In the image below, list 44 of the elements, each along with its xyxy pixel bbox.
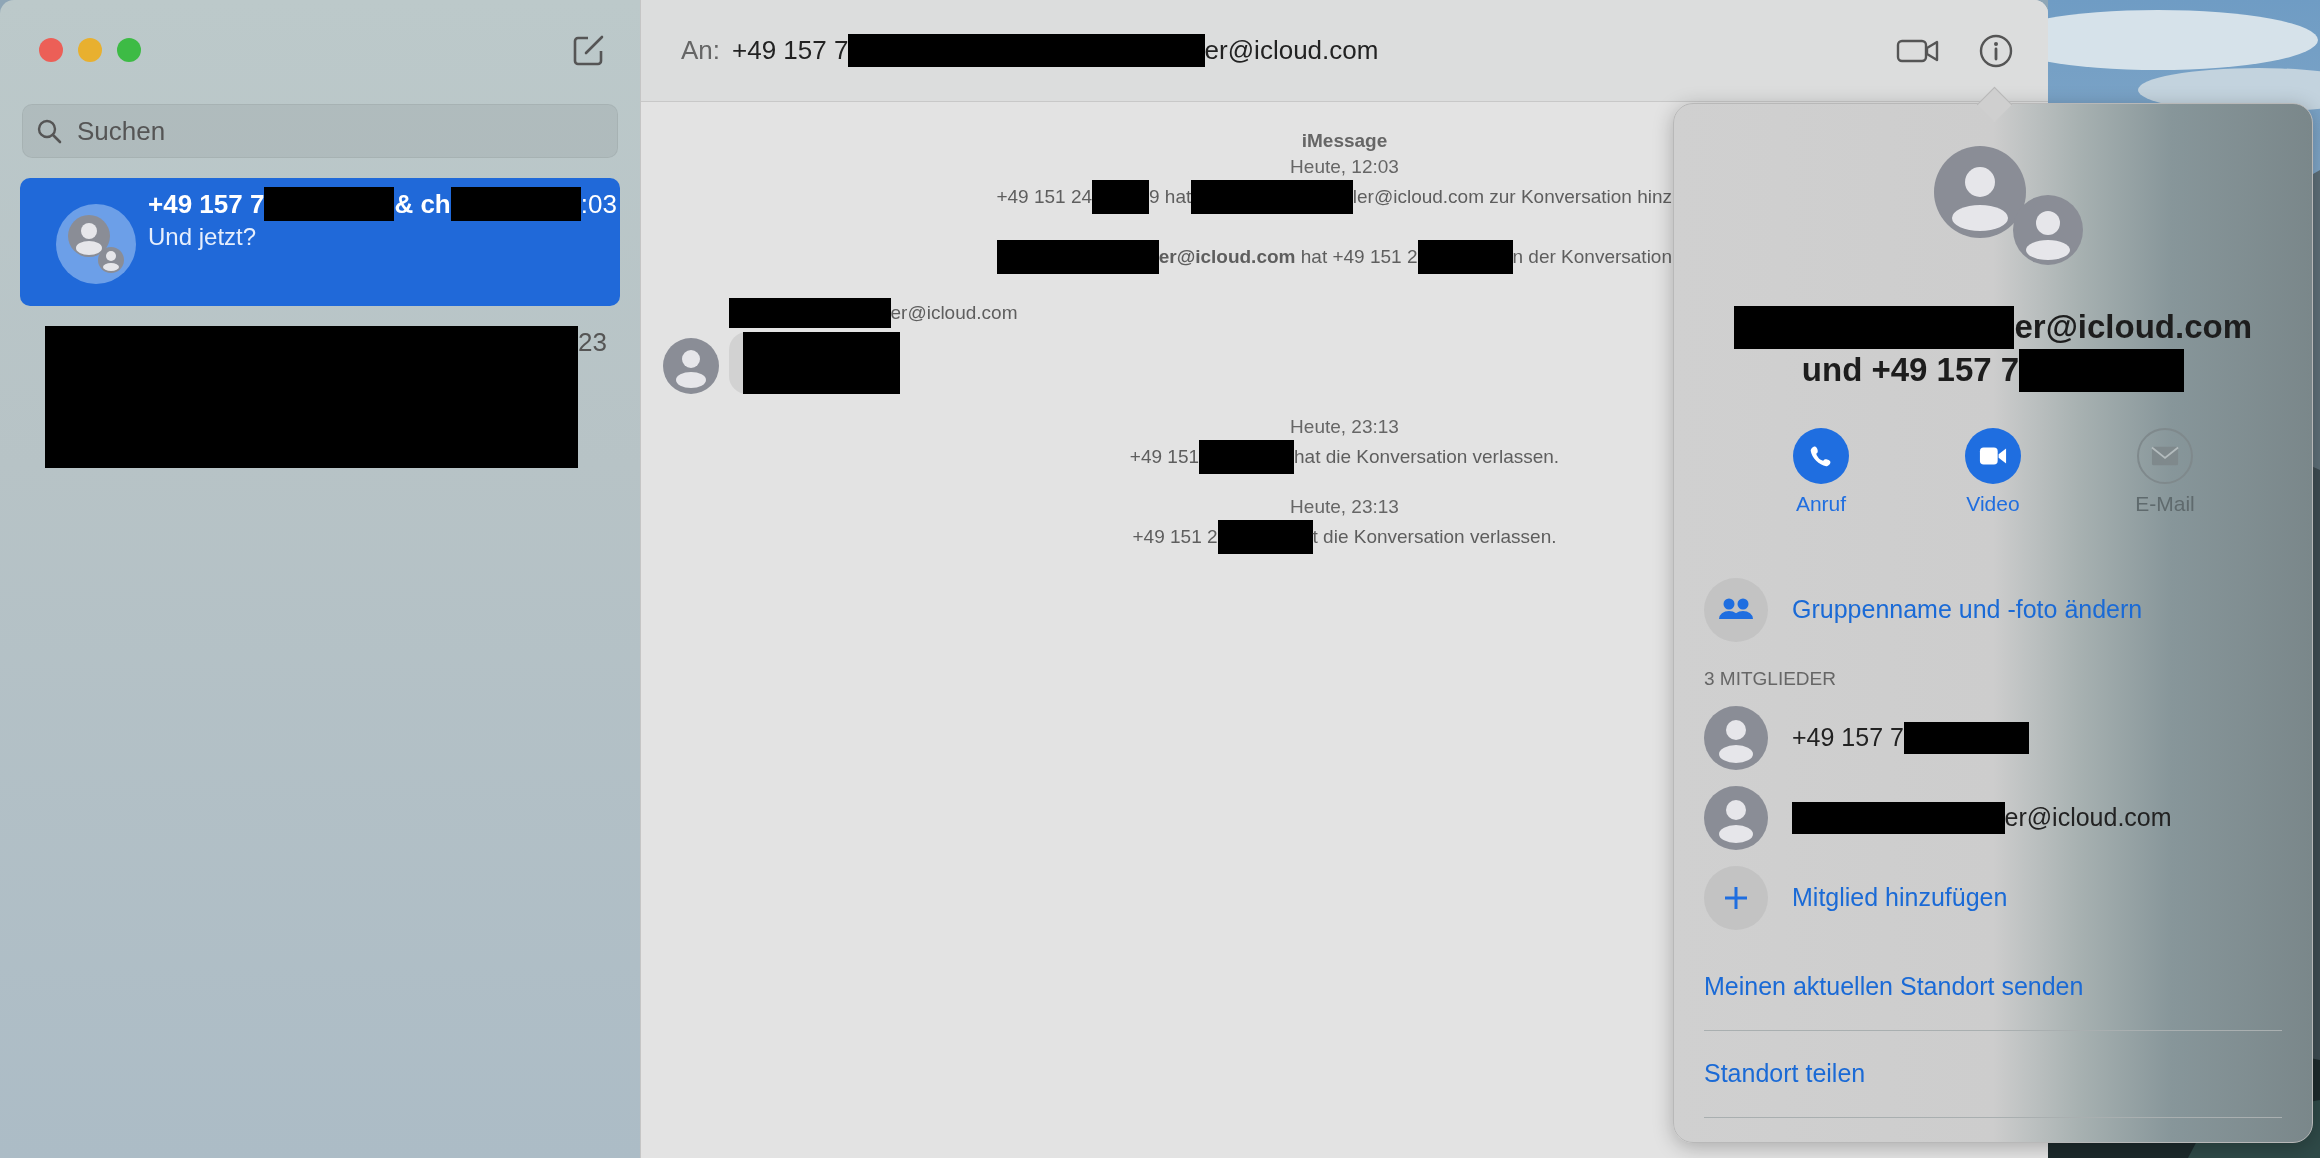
edit-group-link[interactable]: Gruppenname und -foto ändern bbox=[1792, 595, 2143, 625]
avatar-icon bbox=[663, 338, 719, 394]
member-name: er@icloud.com bbox=[2004, 803, 2172, 833]
event-text: +49 151 24 bbox=[996, 185, 1092, 209]
call-action-button[interactable]: Anruf bbox=[1735, 427, 1907, 516]
event-text: n der Konversation bbox=[1512, 245, 1672, 269]
sender-name: er@icloud.com bbox=[890, 302, 1018, 324]
recipient-text: er@icloud.com bbox=[1204, 35, 1379, 66]
event-text: +49 151 2 bbox=[1132, 525, 1218, 549]
timestamp: Heute, 23:13 bbox=[1290, 495, 1399, 519]
group-name: und +49 157 7 bbox=[1801, 350, 2020, 391]
compose-icon[interactable] bbox=[572, 33, 606, 67]
conversation-item[interactable]: 23 bbox=[20, 316, 620, 468]
people-icon bbox=[1704, 577, 1768, 642]
group-avatar-icon bbox=[56, 204, 136, 284]
timestamp: Heute, 12:03 bbox=[1290, 155, 1399, 179]
conversation-time: :03 bbox=[580, 188, 618, 221]
conversation-time: 23 bbox=[578, 326, 608, 359]
service-label: iMessage bbox=[1301, 129, 1388, 153]
event-text: 9 hat bbox=[1149, 185, 1192, 209]
search-icon bbox=[36, 118, 62, 144]
to-label: An: bbox=[681, 35, 721, 66]
timestamp: Heute, 23:13 bbox=[1290, 415, 1399, 439]
event-text: ler@icloud.com zur Konversation hinz bbox=[1352, 185, 1672, 209]
location-link[interactable]: Standort teilen bbox=[1704, 1054, 2282, 1091]
group-name: er@icloud.com bbox=[2014, 307, 2253, 348]
plus-icon bbox=[1704, 865, 1768, 930]
redaction-bar bbox=[1092, 180, 1149, 214]
event-text: +49 151 bbox=[1129, 445, 1200, 469]
add-member-link[interactable]: Mitglied hinzufügen bbox=[1792, 883, 2008, 913]
event-text: hat die Konversation verlassen. bbox=[1294, 445, 1560, 469]
conversation-item[interactable]: +49 157 7 & ch Und jetzt? :03 bbox=[20, 178, 620, 306]
conversation-title: +49 157 7 bbox=[148, 188, 265, 221]
message-preview: Und jetzt? bbox=[148, 222, 258, 252]
event-text: er@icloud.com hat +49 151 2 bbox=[1158, 245, 1418, 269]
avatar-icon bbox=[1704, 705, 1768, 770]
recipient-text: +49 157 7 bbox=[732, 35, 849, 66]
location-link[interactable]: Meinen aktuellen Standort senden bbox=[1704, 967, 2282, 1004]
members-heading: 3 MITGLIEDER bbox=[1703, 667, 1837, 690]
member-name: +49 157 7 bbox=[1792, 723, 1904, 753]
info-icon[interactable] bbox=[1978, 32, 2014, 69]
conversation-title: & ch bbox=[394, 188, 451, 221]
avatar-icon bbox=[1704, 785, 1768, 850]
video-action-button[interactable]: Video bbox=[1907, 427, 2079, 516]
